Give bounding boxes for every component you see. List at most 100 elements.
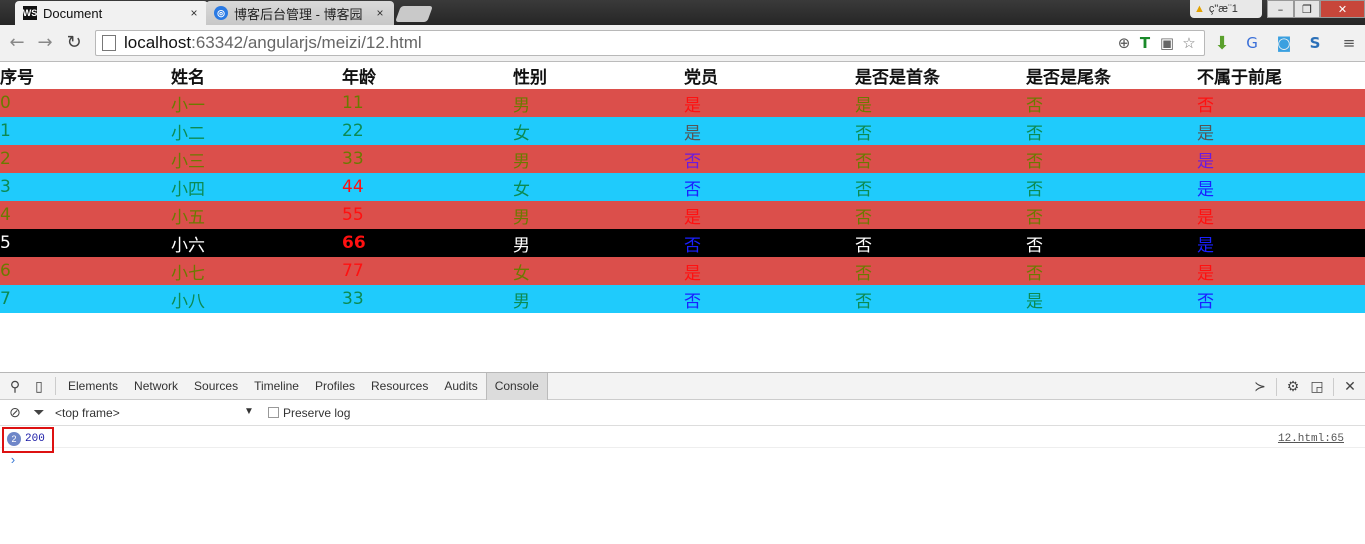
table-row[interactable]: 2 小三 33 男 否 否 否 是 bbox=[0, 145, 1365, 173]
console-log-entry: 2 200 12.html:65 bbox=[0, 426, 1365, 453]
table-cell: 小三 bbox=[171, 151, 205, 172]
repeat-count-badge: 2 bbox=[7, 432, 21, 446]
table-cell: 小八 bbox=[171, 291, 205, 312]
table-cell: 是 bbox=[1197, 123, 1214, 144]
table-cell: 6 bbox=[0, 261, 11, 281]
table-cell: 66 bbox=[342, 233, 366, 253]
table-cell: 否 bbox=[855, 123, 872, 144]
gear-icon[interactable]: ⚙ bbox=[1281, 375, 1305, 399]
table-cell: 否 bbox=[855, 207, 872, 228]
clear-console-icon[interactable]: ⊘ bbox=[3, 401, 27, 425]
dock-icon[interactable]: ◲ bbox=[1305, 375, 1329, 399]
screenshot-extension-icon[interactable]: ◙ bbox=[1273, 32, 1295, 54]
page-action-icon[interactable]: ▣ bbox=[1156, 32, 1178, 54]
s-extension-icon[interactable]: S bbox=[1304, 32, 1326, 54]
devtools-right-controls: ≻ ⚙ ◲ ✕ bbox=[1248, 373, 1365, 400]
url-path: :63342/angularjs/meizi/12.html bbox=[191, 33, 422, 52]
filter-icon[interactable]: ⏷ bbox=[27, 401, 51, 425]
tab-document[interactable]: WS Document × bbox=[15, 1, 208, 25]
table-cell: 男 bbox=[513, 151, 530, 172]
table-row[interactable]: 6 小七 77 女 是 否 否 是 bbox=[0, 257, 1365, 285]
table-cell: 否 bbox=[855, 263, 872, 284]
table-cell: 5 bbox=[0, 233, 11, 253]
menu-icon[interactable]: ≡ bbox=[1338, 32, 1360, 54]
tab-cnblogs-admin[interactable]: ◎ 博客后台管理 - 博客园 × bbox=[206, 1, 394, 25]
google-translate-icon[interactable]: G bbox=[1241, 32, 1263, 54]
cnblogs-favicon-icon: ◎ bbox=[214, 6, 228, 20]
zoom-icon[interactable]: ⊕ bbox=[1113, 32, 1135, 54]
table-cell: 是 bbox=[684, 95, 701, 116]
devtools-tab-elements[interactable]: Elements bbox=[60, 373, 126, 400]
dropdown-arrow-icon[interactable]: ▼ bbox=[244, 406, 254, 417]
close-tab-icon[interactable]: × bbox=[186, 6, 202, 20]
devtools-tab-network[interactable]: Network bbox=[126, 373, 186, 400]
table-cell: 否 bbox=[1197, 95, 1214, 116]
webstorm-favicon-icon: WS bbox=[22, 6, 38, 20]
table-cell: 小四 bbox=[171, 179, 205, 200]
table-cell: 否 bbox=[855, 179, 872, 200]
people-table: 序号 姓名 年龄 性别 党员 是否是首条 是否是尾条 不属于前尾 0 小一 11 男是是否否 1 小二 2… bbox=[0, 62, 1365, 313]
devtools-tab-timeline[interactable]: Timeline bbox=[246, 373, 307, 400]
table-cell: 否 bbox=[1026, 151, 1043, 172]
table-cell: 否 bbox=[1026, 207, 1043, 228]
table-row[interactable]: 4 小五 55 男 是 否 否 是 bbox=[0, 201, 1365, 229]
divider bbox=[1276, 377, 1277, 396]
table-row[interactable]: 1 小二 22 女 是 否 否 是 bbox=[0, 117, 1365, 145]
devtools-tab-profiles[interactable]: Profiles bbox=[307, 373, 363, 400]
restore-button[interactable]: ❐ bbox=[1294, 0, 1320, 18]
table-cell: 是 bbox=[684, 263, 701, 284]
table-cell: 否 bbox=[855, 235, 872, 256]
translate-t-icon[interactable]: T bbox=[1134, 32, 1156, 54]
table-row[interactable]: 5 小六 66 男 否 否 否 是 bbox=[0, 229, 1365, 257]
table-cell: 是 bbox=[684, 123, 701, 144]
devtools-tab-sources[interactable]: Sources bbox=[186, 373, 246, 400]
table-row[interactable]: 0 小一 11 男 是 是 否 否 bbox=[0, 89, 1365, 117]
devtools-tab-console[interactable]: Console bbox=[485, 372, 548, 400]
divider bbox=[1333, 377, 1334, 396]
table-cell: 小七 bbox=[171, 263, 205, 284]
user-warning-badge[interactable]: ▲ ç"æ¨1 bbox=[1190, 0, 1262, 18]
download-extension-icon[interactable]: ⬇ bbox=[1211, 32, 1233, 54]
table-cell: 女 bbox=[513, 263, 530, 284]
table-cell: 4 bbox=[0, 205, 11, 225]
frame-select[interactable]: <top frame> bbox=[55, 406, 251, 420]
reload-button[interactable]: ↻ bbox=[64, 32, 84, 53]
devtools-tabs: Elements Network Sources Timeline Profiles Re… bbox=[60, 372, 548, 400]
back-button[interactable]: ← bbox=[7, 32, 27, 53]
forward-button[interactable]: → bbox=[35, 32, 55, 53]
table-cell: 7 bbox=[0, 289, 11, 309]
log-source-link[interactable]: 12.html:65 bbox=[1278, 433, 1344, 445]
inspect-search-icon[interactable]: ⚲ bbox=[3, 374, 27, 398]
table-cell: 2 bbox=[0, 149, 11, 169]
device-mode-icon[interactable]: ▯ bbox=[27, 374, 51, 398]
preserve-log-label: Preserve log bbox=[283, 406, 351, 420]
address-bar[interactable]: localhost:63342/angularjs/meizi/12.html bbox=[95, 30, 1205, 56]
minimize-button[interactable]: – bbox=[1267, 0, 1294, 18]
devtools-tab-audits[interactable]: Audits bbox=[436, 373, 485, 400]
table-row[interactable]: 3 小四 44 女 否 否 否 是 bbox=[0, 173, 1365, 201]
close-window-button[interactable]: ✕ bbox=[1320, 0, 1365, 18]
table-cell: 否 bbox=[1026, 179, 1043, 200]
bookmark-star-icon[interactable]: ☆ bbox=[1178, 32, 1200, 54]
table-row[interactable]: 7 小八 33 男 否 否 是 否 bbox=[0, 285, 1365, 313]
table-cell: 否 bbox=[684, 151, 701, 172]
url-text[interactable]: localhost:63342/angularjs/meizi/12.html bbox=[124, 33, 422, 53]
table-cell: 否 bbox=[684, 235, 701, 256]
console-prompt-line[interactable]: › bbox=[0, 448, 1365, 470]
devtools-tab-resources[interactable]: Resources bbox=[363, 373, 436, 400]
close-devtools-icon[interactable]: ✕ bbox=[1338, 375, 1362, 399]
table-cell: 是 bbox=[855, 95, 872, 116]
table-cell: 33 bbox=[342, 289, 364, 309]
table-cell: 男 bbox=[513, 291, 530, 312]
preserve-log-checkbox[interactable] bbox=[268, 407, 279, 418]
table-cell: 否 bbox=[1026, 263, 1043, 284]
table-cell: 33 bbox=[342, 149, 364, 169]
warning-icon: ▲ bbox=[1194, 3, 1205, 15]
browser-toolbar: ← → ↻ localhost:63342/angularjs/meizi/12… bbox=[0, 25, 1365, 62]
browser-title-bar: WS Document × ◎ 博客后台管理 - 博客园 × ▲ ç"æ¨1 –… bbox=[0, 0, 1365, 25]
close-tab-icon[interactable]: × bbox=[372, 6, 388, 20]
table-cell: 否 bbox=[684, 291, 701, 312]
new-tab-button[interactable] bbox=[395, 6, 433, 22]
console-drawer-icon[interactable]: ≻ bbox=[1248, 375, 1272, 399]
table-cell: 否 bbox=[1026, 123, 1043, 144]
